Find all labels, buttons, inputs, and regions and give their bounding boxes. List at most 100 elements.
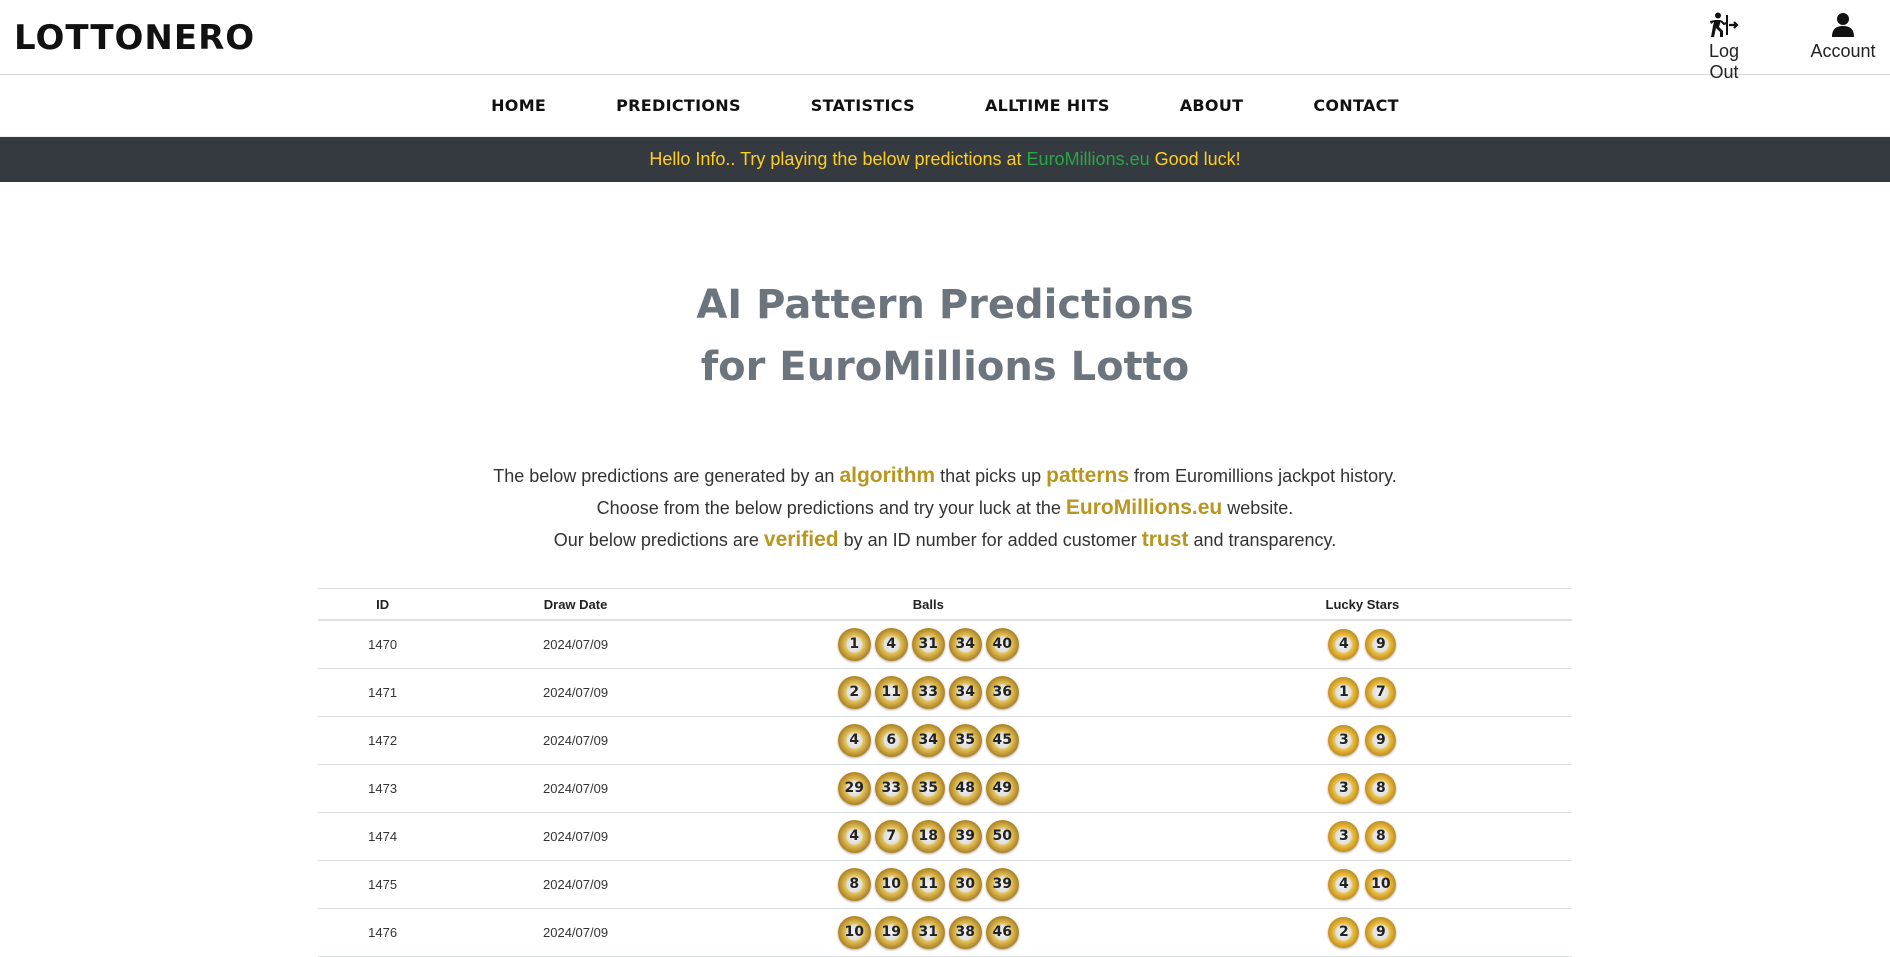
lucky-stars-cell: 17 <box>1152 668 1572 717</box>
table-header-row: ID Draw Date Balls Lucky Stars <box>318 588 1572 621</box>
ball-number: 49 <box>985 772 1019 805</box>
nav-about[interactable]: ABOUT <box>1145 96 1279 115</box>
nav-statistics[interactable]: STATISTICS <box>776 96 950 115</box>
lucky-stars-cell: 39 <box>1152 716 1572 765</box>
lucky-stars-cell: 4 10 <box>1152 860 1572 909</box>
lucky-stars-cell: 38 <box>1152 764 1572 813</box>
page-title: AI Pattern Predictions for EuroMillions … <box>0 274 1890 398</box>
logout-button[interactable]: Log Out <box>1692 12 1756 83</box>
header-lucky-stars: Lucky Stars <box>1152 588 1572 621</box>
intro-text-part: and transparency. <box>1188 530 1337 550</box>
nav-predictions[interactable]: PREDICTIONS <box>581 96 776 115</box>
predictions-table-wrap: ID Draw Date Balls Lucky Stars 1470 2024/… <box>318 588 1572 957</box>
site-logo[interactable]: LOTTONERO <box>14 18 255 58</box>
ball-number: 35 <box>948 724 982 757</box>
nav-alltime-hits[interactable]: ALLTIME HITS <box>950 96 1145 115</box>
prediction-id: 1475 <box>318 860 448 909</box>
prediction-id: 1474 <box>318 812 448 861</box>
ball-number: 31 <box>911 628 945 661</box>
ball-number: 11 <box>874 676 908 709</box>
table-row: 1472 2024/07/09 4 6 34 35 45 3 9 <box>318 716 1572 765</box>
draw-date: 2024/07/09 <box>447 908 704 957</box>
prediction-id: 1476 <box>318 908 448 957</box>
table-row: 1470 2024/07/09 1 4 31 34 40 4 9 <box>318 620 1572 669</box>
highlight-verified: verified <box>763 528 839 551</box>
header-balls: Balls <box>703 588 1153 621</box>
table-body: 1470 2024/07/09 1 4 31 34 40 4 9 1471 2024/07/09 2 1… <box>318 620 1572 957</box>
intro-line-1: The below predictions are generated by a… <box>0 460 1890 492</box>
intro-text-part: that picks up <box>935 466 1047 486</box>
ball-number: 46 <box>985 916 1019 949</box>
ball-number: 30 <box>948 868 982 901</box>
ball-number: 1 <box>837 628 871 661</box>
balls-cell: 1 4 31 34 40 <box>703 620 1153 669</box>
table-row: 1474 2024/07/09 4 7 18 39 50 3 8 <box>318 812 1572 861</box>
lucky-star-number: 1 <box>1328 677 1360 708</box>
logout-label: Log Out <box>1708 41 1740 82</box>
lucky-star-number: 8 <box>1365 821 1397 852</box>
draw-date: 2024/07/09 <box>447 620 704 669</box>
ball-number: 8 <box>837 868 871 901</box>
intro-text-part: from Euromillions jackpot history. <box>1129 466 1397 486</box>
nav-home[interactable]: HOME <box>456 96 581 115</box>
lucky-stars-cell: 38 <box>1152 812 1572 861</box>
ball-number: 34 <box>948 628 982 661</box>
intro-text-part: website. <box>1222 498 1294 518</box>
ball-number: 4 <box>874 628 908 661</box>
ball-number: 18 <box>911 820 945 853</box>
highlight-patterns: patterns <box>1046 464 1130 487</box>
ball-number: 19 <box>874 916 908 949</box>
lucky-stars-cell: 49 <box>1152 620 1572 669</box>
intro-text-part: by an ID number for added customer <box>838 530 1142 550</box>
banner-text-after: Good luck! <box>1149 149 1241 169</box>
balls-cell: 10 19 31 38 46 <box>703 908 1153 957</box>
intro-line-2: Choose from the below predictions and tr… <box>0 492 1890 524</box>
account-label: Account <box>1810 41 1876 61</box>
prediction-id: 1473 <box>318 764 448 813</box>
lucky-star-number: 4 <box>1328 869 1360 900</box>
ball-number: 33 <box>911 676 945 709</box>
ball-number: 10 <box>837 916 871 949</box>
greeting-banner: Hello Info.. Try playing the below predi… <box>0 137 1890 182</box>
lucky-star-number: 3 <box>1328 773 1360 804</box>
balls-cell: 8 10 11 30 39 <box>703 860 1153 909</box>
ball-number: 48 <box>948 772 982 805</box>
draw-date: 2024/07/09 <box>447 716 704 765</box>
table-row: 1471 2024/07/09 2 11 33 34 36 1 7 <box>318 668 1572 717</box>
lucky-star-number: 10 <box>1365 869 1397 900</box>
draw-date: 2024/07/09 <box>447 860 704 909</box>
draw-date: 2024/07/09 <box>447 668 704 717</box>
ball-number: 39 <box>948 820 982 853</box>
highlight-site: EuroMillions.eu <box>1065 496 1223 519</box>
ball-number: 2 <box>837 676 871 709</box>
page-title-line2: for EuroMillions Lotto <box>700 344 1190 390</box>
hero: AI Pattern Predictions for EuroMillions … <box>0 274 1890 398</box>
exit-running-icon <box>1710 12 1739 37</box>
ball-number: 34 <box>948 676 982 709</box>
balls-cell: 4 7 18 39 50 <box>703 812 1153 861</box>
lucky-star-number: 9 <box>1365 629 1397 660</box>
nav-contact[interactable]: CONTACT <box>1278 96 1434 115</box>
banner-text-before: Hello Info.. Try playing the below predi… <box>649 149 1027 169</box>
ball-number: 4 <box>837 724 871 757</box>
user-icon <box>1832 13 1854 37</box>
intro-text-part: Our below predictions are <box>553 530 764 550</box>
banner-site-link[interactable]: EuroMillions.eu <box>1027 149 1150 169</box>
ball-number: 6 <box>874 724 908 757</box>
account-button[interactable]: Account <box>1806 12 1880 62</box>
ball-number: 39 <box>985 868 1019 901</box>
predictions-table: ID Draw Date Balls Lucky Stars 1470 2024/… <box>318 588 1572 957</box>
draw-date: 2024/07/09 <box>447 812 704 861</box>
lucky-star-number: 3 <box>1328 821 1360 852</box>
lucky-star-number: 3 <box>1328 725 1360 756</box>
ball-number: 10 <box>874 868 908 901</box>
balls-cell: 4 6 34 35 45 <box>703 716 1153 765</box>
ball-number: 29 <box>837 772 871 805</box>
site-header: LOTTONERO Log Out Account <box>0 0 1890 82</box>
highlight-trust: trust <box>1141 528 1189 551</box>
ball-number: 4 <box>837 820 871 853</box>
ball-number: 31 <box>911 916 945 949</box>
table-header: ID Draw Date Balls Lucky Stars <box>318 588 1572 621</box>
lucky-star-number: 9 <box>1365 917 1397 948</box>
lucky-stars-cell: 29 <box>1152 908 1572 957</box>
